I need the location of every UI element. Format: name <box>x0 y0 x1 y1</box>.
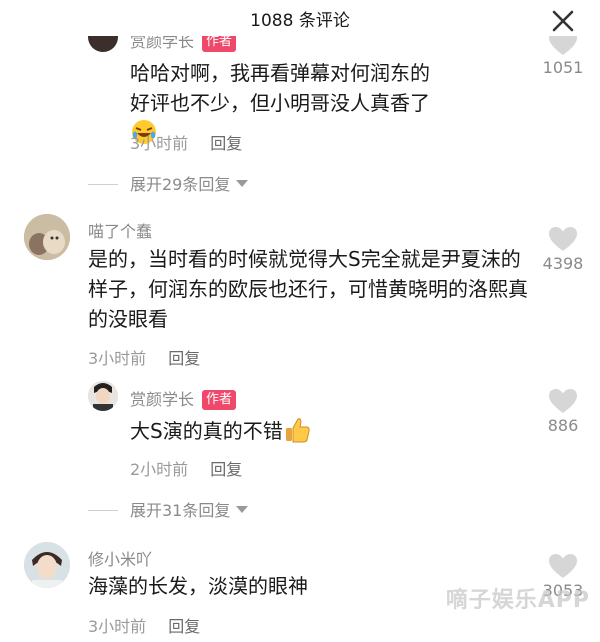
heart-icon[interactable] <box>548 553 578 579</box>
reply-button[interactable]: 回复 <box>210 460 242 479</box>
author-badge: 作者 <box>202 390 237 410</box>
avatar[interactable] <box>88 36 118 52</box>
author-badge: 作者 <box>202 36 237 52</box>
heart-icon[interactable] <box>548 36 578 56</box>
expand-replies[interactable]: 展开29条回复 <box>88 171 249 195</box>
comment-text: 是的，当时看的时候就觉得大S完全就是尹夏沫的样子，何润东的欧辰也还行，可惜黄晓明… <box>88 247 528 331</box>
avatar[interactable] <box>88 381 118 411</box>
reply-button[interactable]: 回复 <box>210 134 242 153</box>
comment-author[interactable]: 赏颜学长 作者 <box>130 36 237 52</box>
comment-text: 大S演的真的不错 <box>130 416 430 446</box>
like-count: 1051 <box>542 58 584 77</box>
comments-header: 1088 条评论 <box>0 0 600 36</box>
like-count: 4398 <box>542 254 584 273</box>
comment-author[interactable]: 喵了个蠢 <box>88 218 152 242</box>
heart-icon[interactable] <box>548 226 578 252</box>
comment-list[interactable]: 赏颜学长 作者 哈哈对啊，我再看弹幕对何润东的好评也不少，但小明哥没人真香了 3小… <box>0 36 600 642</box>
expand-replies[interactable]: 展开31条回复 <box>88 497 249 521</box>
comment-meta: 3小时前 回复 <box>130 130 242 154</box>
like-group[interactable]: 886 <box>533 388 593 435</box>
avatar[interactable] <box>24 214 70 260</box>
like-group[interactable]: 1051 <box>533 36 593 77</box>
chevron-down-icon <box>236 506 249 513</box>
like-count: 886 <box>547 416 579 435</box>
comment-author[interactable]: 赏颜学长 作者 <box>130 386 237 410</box>
comment-author[interactable]: 修小米吖 <box>88 546 152 570</box>
reply-button[interactable]: 回复 <box>168 349 200 368</box>
comment-time: 3小时前 <box>88 617 147 636</box>
heart-icon[interactable] <box>548 388 578 414</box>
close-icon[interactable] <box>550 8 576 34</box>
comment-time: 3小时前 <box>88 349 147 368</box>
avatar[interactable] <box>24 542 70 588</box>
comment-time: 3小时前 <box>130 134 189 153</box>
comment-meta: 3小时前 回复 <box>88 613 200 637</box>
chevron-down-icon <box>236 180 249 187</box>
comment-time: 2小时前 <box>130 460 189 479</box>
thumbs-up-emoji-icon <box>285 418 310 443</box>
comment-count-title: 1088 条评论 <box>250 11 350 31</box>
like-group[interactable]: 4398 <box>533 226 593 273</box>
comment-meta: 3小时前 回复 <box>88 345 200 369</box>
watermark-logo: 嘀子娱乐APP <box>445 588 590 613</box>
reply-button[interactable]: 回复 <box>168 617 200 636</box>
comment-meta: 2小时前 回复 <box>130 456 242 480</box>
